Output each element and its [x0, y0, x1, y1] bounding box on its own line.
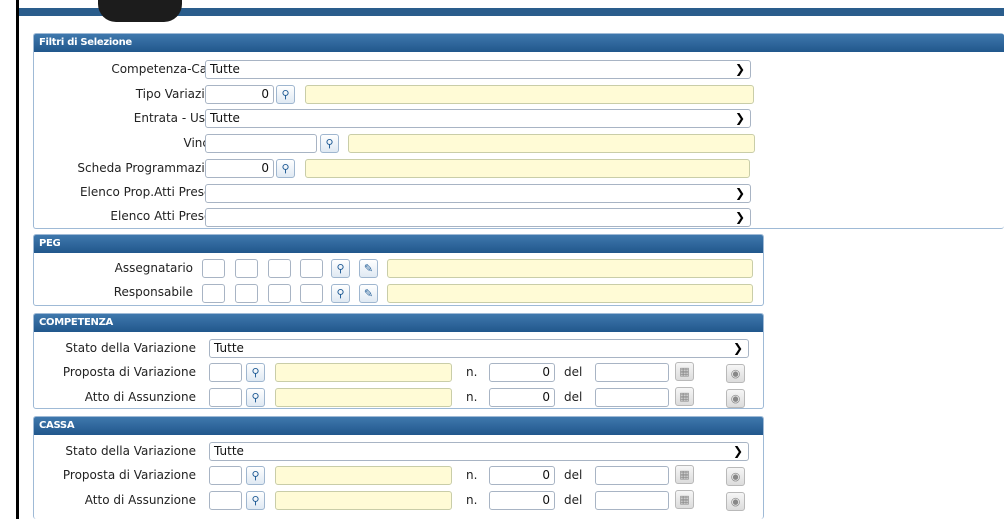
- panel-filtri-selezione: Filtri di Selezione Competenza-Cassa Tut…: [33, 33, 1004, 229]
- input-vincolo[interactable]: [205, 134, 317, 153]
- calendar-icon[interactable]: ▦: [675, 362, 694, 381]
- select-value: Tutte: [214, 341, 244, 355]
- input-scheda-programmazione[interactable]: 0: [205, 159, 274, 178]
- select-value: Tutte: [214, 444, 244, 458]
- input-assegnatario-1[interactable]: [202, 259, 225, 278]
- search-icon[interactable]: ⚲: [246, 388, 265, 407]
- chevron-down-icon: ❯: [732, 341, 743, 355]
- input-responsabile-3[interactable]: [268, 284, 291, 303]
- desc-atto: [275, 388, 452, 407]
- panel-peg: PEG Assegnatario ⚲ ✎ Responsabile ⚲ ✎: [33, 234, 764, 306]
- input-proposta-codice[interactable]: [209, 363, 242, 382]
- eye-icon[interactable]: ◉: [726, 467, 745, 486]
- edit-icon[interactable]: ✎: [359, 284, 378, 303]
- label-del: del: [564, 468, 583, 482]
- edit-icon[interactable]: ✎: [359, 259, 378, 278]
- label-atto-assunzione: Atto di Assunzione: [84, 390, 196, 404]
- input-proposta-numero[interactable]: 0: [489, 363, 555, 382]
- eye-icon[interactable]: ◉: [726, 492, 745, 511]
- label-del: del: [564, 390, 583, 404]
- input-assegnatario-3[interactable]: [268, 259, 291, 278]
- select-competenza-cassa[interactable]: Tutte ❯: [205, 60, 751, 79]
- panel-competenza: COMPETENZA Stato della Variazione Tutte …: [33, 313, 764, 409]
- desc-responsabile: [387, 284, 753, 303]
- label-proposta-variazione: Proposta di Variazione: [62, 365, 196, 379]
- label-proposta-variazione: Proposta di Variazione: [62, 468, 196, 482]
- search-icon[interactable]: ⚲: [276, 85, 295, 104]
- select-stato-variazione[interactable]: Tutte ❯: [209, 442, 749, 461]
- input-atto-codice[interactable]: [209, 491, 242, 510]
- label-assegnatario: Assegnatario: [114, 261, 193, 275]
- chevron-down-icon: ❯: [732, 444, 743, 458]
- window-left-border: [16, 0, 19, 519]
- label-atto-assunzione: Atto di Assunzione: [84, 493, 196, 507]
- input-proposta-codice[interactable]: [209, 466, 242, 485]
- input-assegnatario-2[interactable]: [235, 259, 258, 278]
- input-atto-numero[interactable]: 0: [489, 491, 555, 510]
- panel-header-peg: PEG: [34, 235, 763, 253]
- select-value: Tutte: [210, 62, 240, 76]
- desc-tipo-variazione: [305, 85, 754, 104]
- calendar-icon[interactable]: ▦: [675, 465, 694, 484]
- input-atto-data[interactable]: [595, 388, 669, 407]
- desc-atto: [275, 491, 452, 510]
- desc-assegnatario: [387, 259, 753, 278]
- input-tipo-variazione[interactable]: 0: [205, 85, 274, 104]
- desc-scheda-programmazione: [305, 159, 750, 178]
- input-proposta-numero[interactable]: 0: [489, 466, 555, 485]
- label-del: del: [564, 493, 583, 507]
- input-atto-numero[interactable]: 0: [489, 388, 555, 407]
- label-n: n.: [466, 468, 478, 482]
- desc-proposta: [275, 363, 452, 382]
- input-proposta-data[interactable]: [595, 466, 669, 485]
- label-del: del: [564, 365, 583, 379]
- input-atto-codice[interactable]: [209, 388, 242, 407]
- chevron-down-icon: ❯: [734, 62, 745, 76]
- chevron-down-icon: ❯: [734, 210, 745, 224]
- label-n: n.: [466, 493, 478, 507]
- label-stato-variazione: Stato della Variazione: [65, 341, 196, 355]
- panel-header-filtri: Filtri di Selezione: [34, 34, 1004, 52]
- search-icon[interactable]: ⚲: [276, 159, 295, 178]
- label-stato-variazione: Stato della Variazione: [65, 444, 196, 458]
- select-elenco-atti[interactable]: ❯: [205, 208, 751, 227]
- desc-vincolo: [348, 134, 755, 153]
- input-proposta-data[interactable]: [595, 363, 669, 382]
- select-value: Tutte: [210, 111, 240, 125]
- eye-icon[interactable]: ◉: [726, 389, 745, 408]
- select-stato-variazione[interactable]: Tutte ❯: [209, 339, 749, 358]
- input-atto-data[interactable]: [595, 491, 669, 510]
- input-assegnatario-4[interactable]: [300, 259, 323, 278]
- search-icon[interactable]: ⚲: [246, 363, 265, 382]
- label-responsabile: Responsabile: [113, 285, 193, 299]
- input-responsabile-4[interactable]: [300, 284, 323, 303]
- search-icon[interactable]: ⚲: [320, 134, 339, 153]
- input-responsabile-1[interactable]: [202, 284, 225, 303]
- search-icon[interactable]: ⚲: [331, 284, 350, 303]
- search-icon[interactable]: ⚲: [246, 466, 265, 485]
- search-icon[interactable]: ⚲: [331, 259, 350, 278]
- select-elenco-prop-atti[interactable]: ❯: [205, 184, 751, 203]
- calendar-icon[interactable]: ▦: [675, 387, 694, 406]
- calendar-icon[interactable]: ▦: [675, 490, 694, 509]
- search-icon[interactable]: ⚲: [246, 491, 265, 510]
- label-n: n.: [466, 365, 478, 379]
- chevron-down-icon: ❯: [734, 186, 745, 200]
- panel-header-competenza: COMPETENZA: [34, 314, 763, 332]
- eye-icon[interactable]: ◉: [726, 364, 745, 383]
- input-responsabile-2[interactable]: [235, 284, 258, 303]
- chevron-down-icon: ❯: [734, 111, 745, 125]
- panel-cassa: CASSA Stato della Variazione Tutte ❯ Pro…: [33, 416, 764, 519]
- top-tab-bubble: [98, 0, 182, 22]
- desc-proposta: [275, 466, 452, 485]
- label-n: n.: [466, 390, 478, 404]
- select-entrata-uscita[interactable]: Tutte ❯: [205, 109, 751, 128]
- panel-header-cassa: CASSA: [34, 417, 763, 435]
